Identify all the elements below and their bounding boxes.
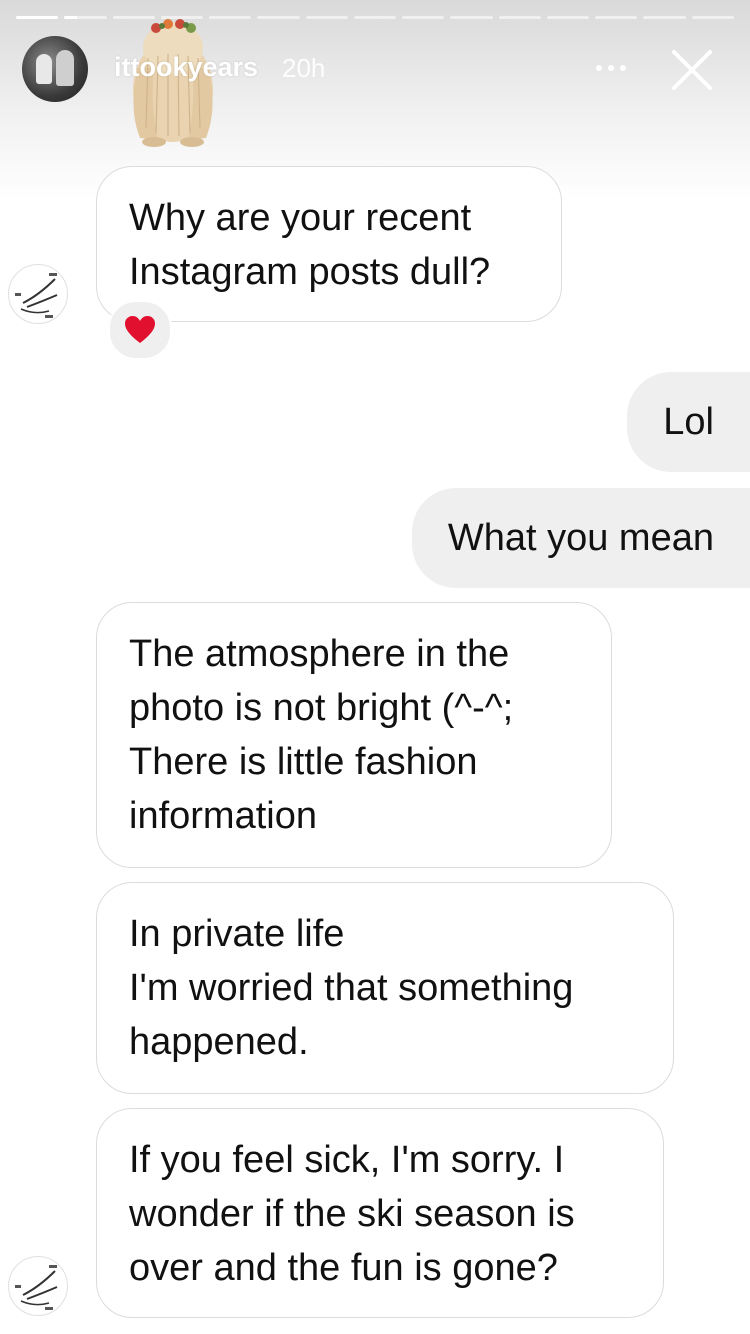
story-progress-segment [257,16,300,19]
story-progress-segment [450,16,493,19]
sender-avatar [8,1256,68,1316]
sender-avatar [8,264,68,324]
story-progress-segment [16,16,59,19]
incoming-message[interactable]: In private life I'm worried that somethi… [96,882,674,1094]
incoming-message[interactable]: If you feel sick, I'm sorry. I wonder if… [96,1108,664,1318]
story-progress-segment [353,16,397,19]
story-progress-segment [546,16,590,19]
more-horizontal-icon[interactable] [596,58,636,78]
post-timestamp: 20h [282,53,326,83]
close-icon[interactable] [670,48,714,92]
username[interactable]: ittookyears [114,52,258,83]
story-progress-segment [498,16,541,19]
story-screen: ittookyears 20h Why are your recent Inst… [0,0,750,1334]
heart-icon [125,316,155,343]
story-progress-segment [305,16,348,19]
outgoing-message[interactable]: What you mean [411,488,750,588]
incoming-message[interactable]: Why are your recent Instagram posts dull… [96,166,562,322]
story-progress-segment [643,16,686,19]
story-progress-segment [64,16,107,19]
story-progress-segment [691,16,734,19]
heart-reaction[interactable] [108,300,172,360]
profile-avatar[interactable] [22,36,88,102]
story-progress-segment [595,16,638,19]
outgoing-message[interactable]: Lol [627,372,750,472]
story-progress-segment [402,16,445,19]
story-header: ittookyears 20h [22,36,732,102]
incoming-message[interactable]: The atmosphere in the photo is not brigh… [96,602,612,868]
